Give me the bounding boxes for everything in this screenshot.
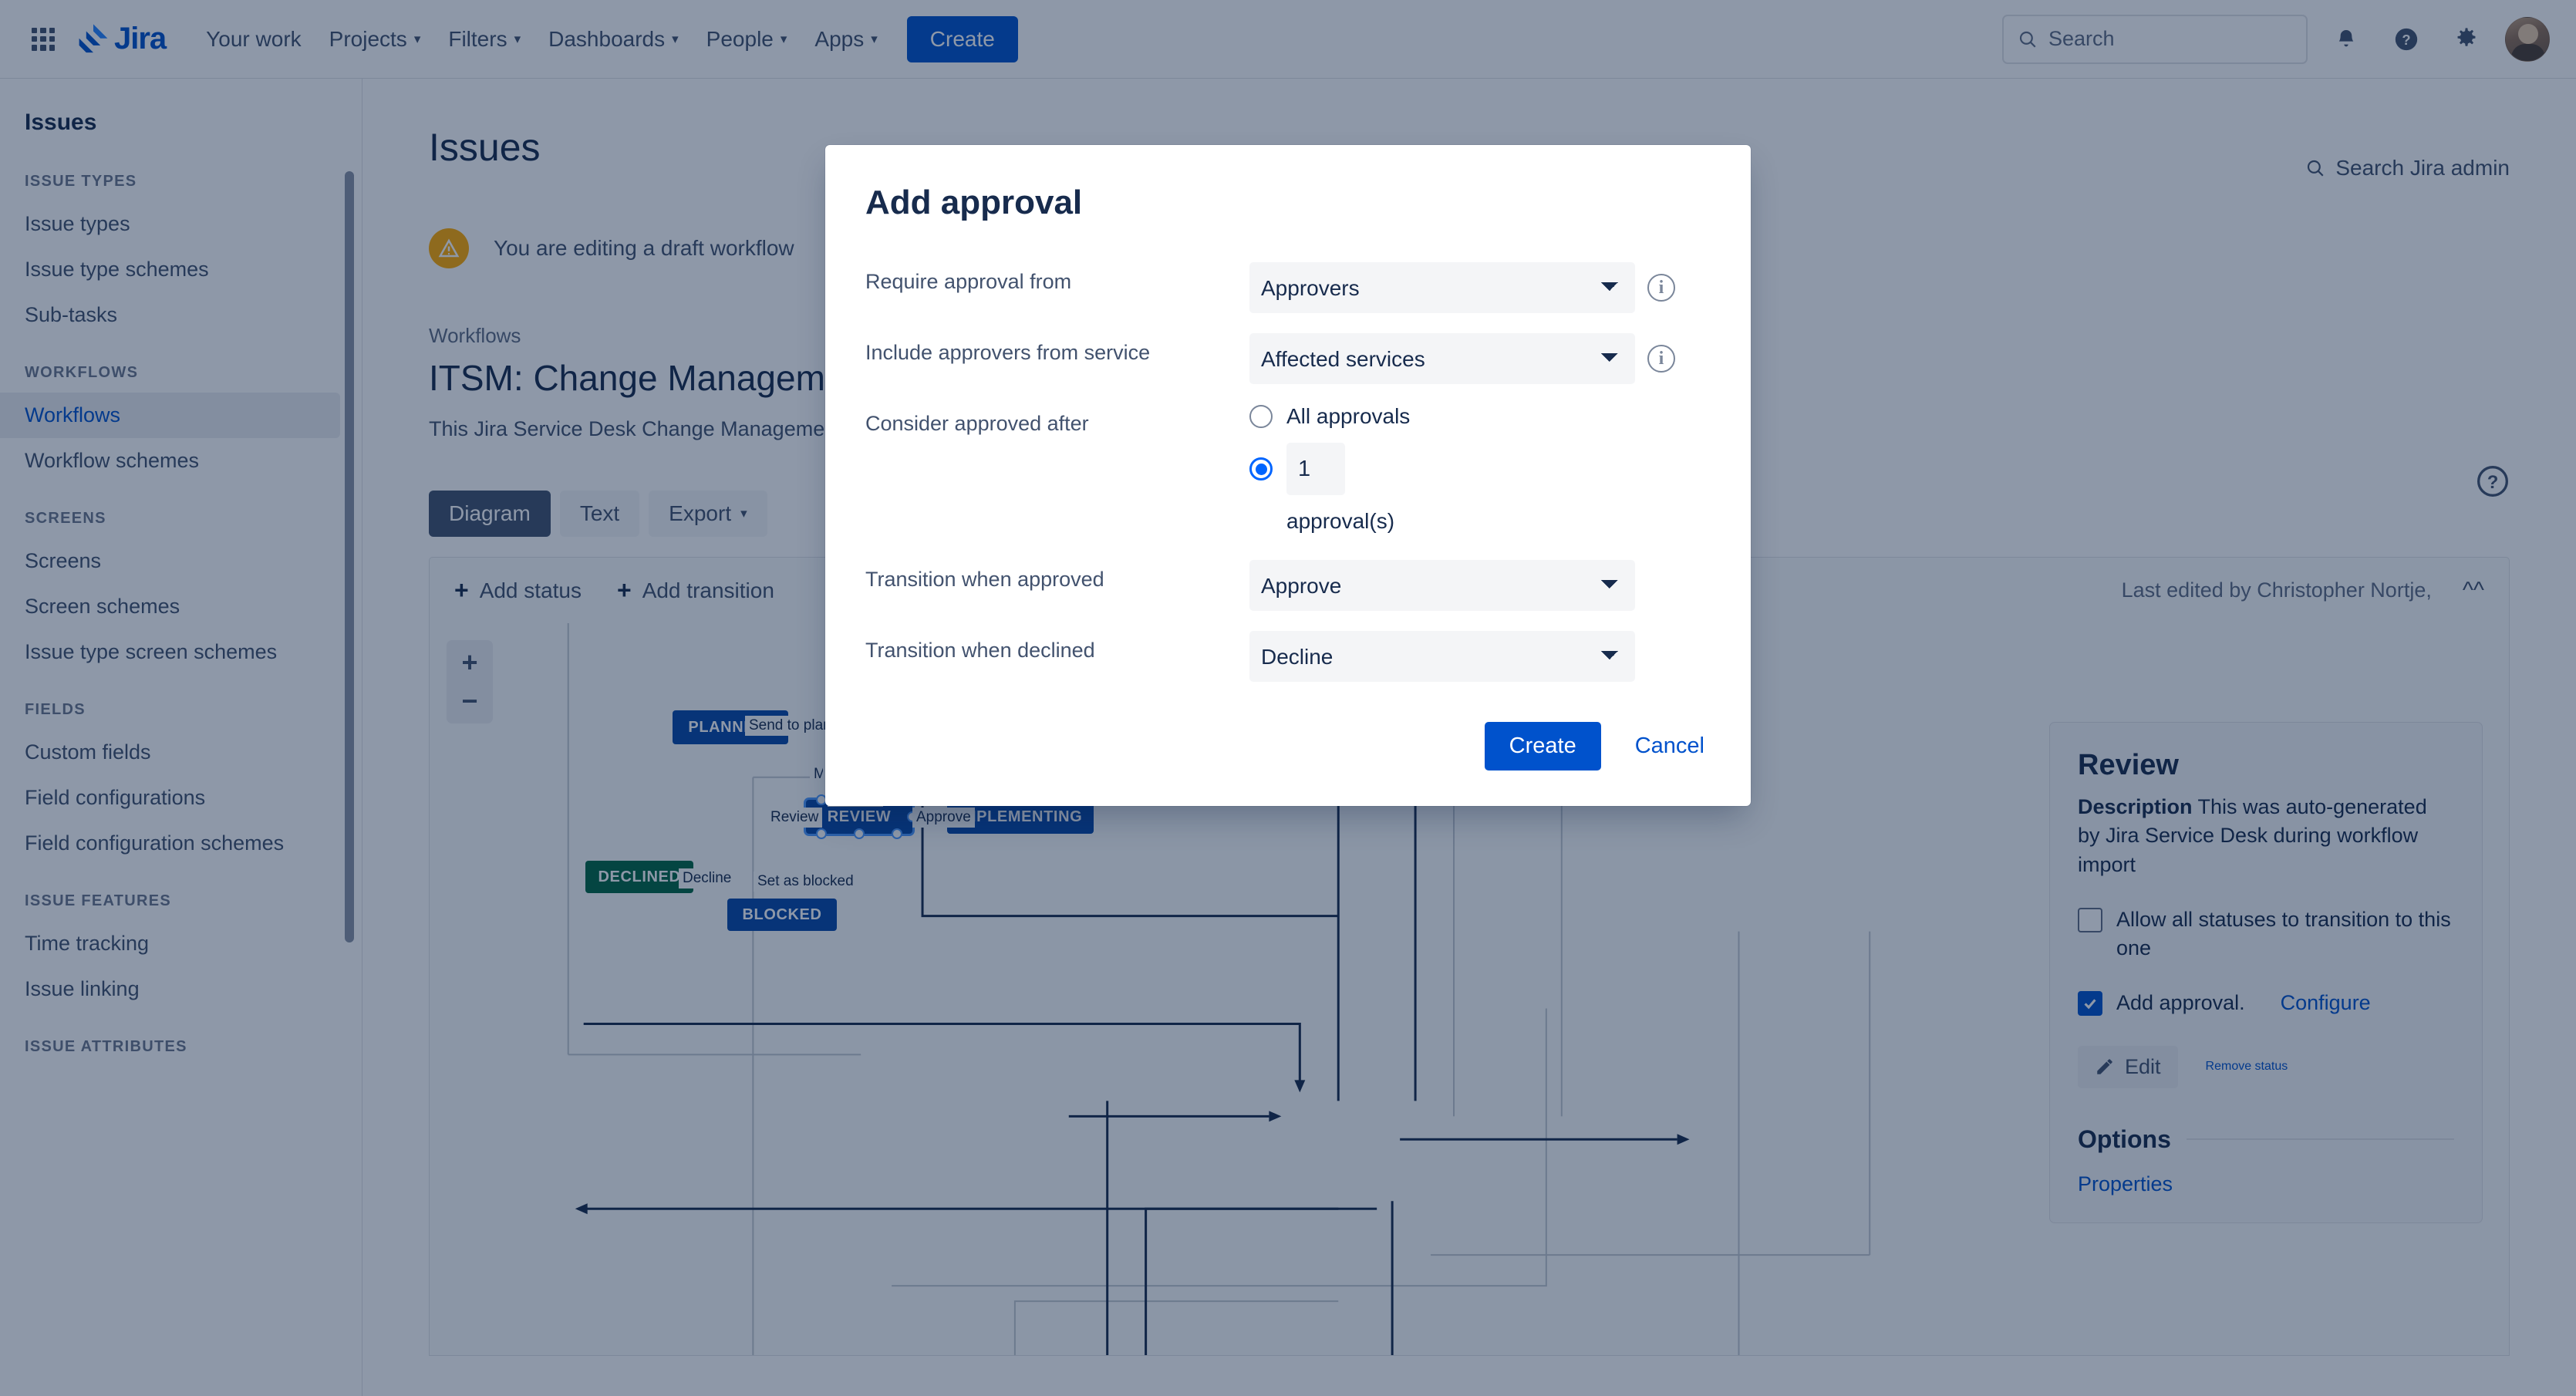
info-icon[interactable]: i (1647, 345, 1675, 373)
require-approval-from-select[interactable]: Approvers (1249, 262, 1635, 313)
cancel-button[interactable]: Cancel (1629, 722, 1711, 770)
include-approvers-from-service-select[interactable]: Affected services (1249, 333, 1635, 384)
radio-all-approvals-row[interactable]: All approvals (1249, 404, 1410, 429)
field-label: Transition when approved (865, 568, 1104, 591)
field-label: Consider approved after (865, 412, 1089, 435)
radio-all-approvals[interactable] (1249, 405, 1273, 428)
transition-when-approved-select[interactable]: Approve (1249, 560, 1635, 611)
field-label: Transition when declined (865, 639, 1095, 662)
radio-count-row[interactable] (1249, 443, 1410, 495)
modal-title: Add approval (865, 184, 1083, 221)
field-consider-approved-after: Consider approved after All approvals ap… (865, 404, 1711, 534)
create-approval-button[interactable]: Create (1484, 722, 1601, 770)
approval-count-input[interactable] (1286, 443, 1345, 495)
info-icon[interactable]: i (1647, 274, 1675, 302)
consider-approved-after-radios: All approvals approval(s) (1249, 404, 1410, 534)
approval-count-suffix: approval(s) (1286, 509, 1395, 533)
add-approval-modal: Add approval Require approval from Appro… (825, 145, 1751, 806)
field-transition-when-declined: Transition when declined Decline (865, 631, 1711, 682)
field-require-approval-from: Require approval from Approvers i (865, 262, 1711, 313)
field-label: Require approval from (865, 270, 1072, 293)
radio-all-approvals-label: All approvals (1286, 404, 1411, 428)
modal-footer: Create Cancel (865, 722, 1711, 770)
field-include-approvers-from-service: Include approvers from service Affected … (865, 333, 1711, 384)
field-transition-when-approved: Transition when approved Approve (865, 560, 1711, 611)
radio-approval-count[interactable] (1249, 457, 1273, 481)
field-label: Include approvers from service (865, 341, 1151, 364)
transition-when-declined-select[interactable]: Decline (1249, 631, 1635, 682)
